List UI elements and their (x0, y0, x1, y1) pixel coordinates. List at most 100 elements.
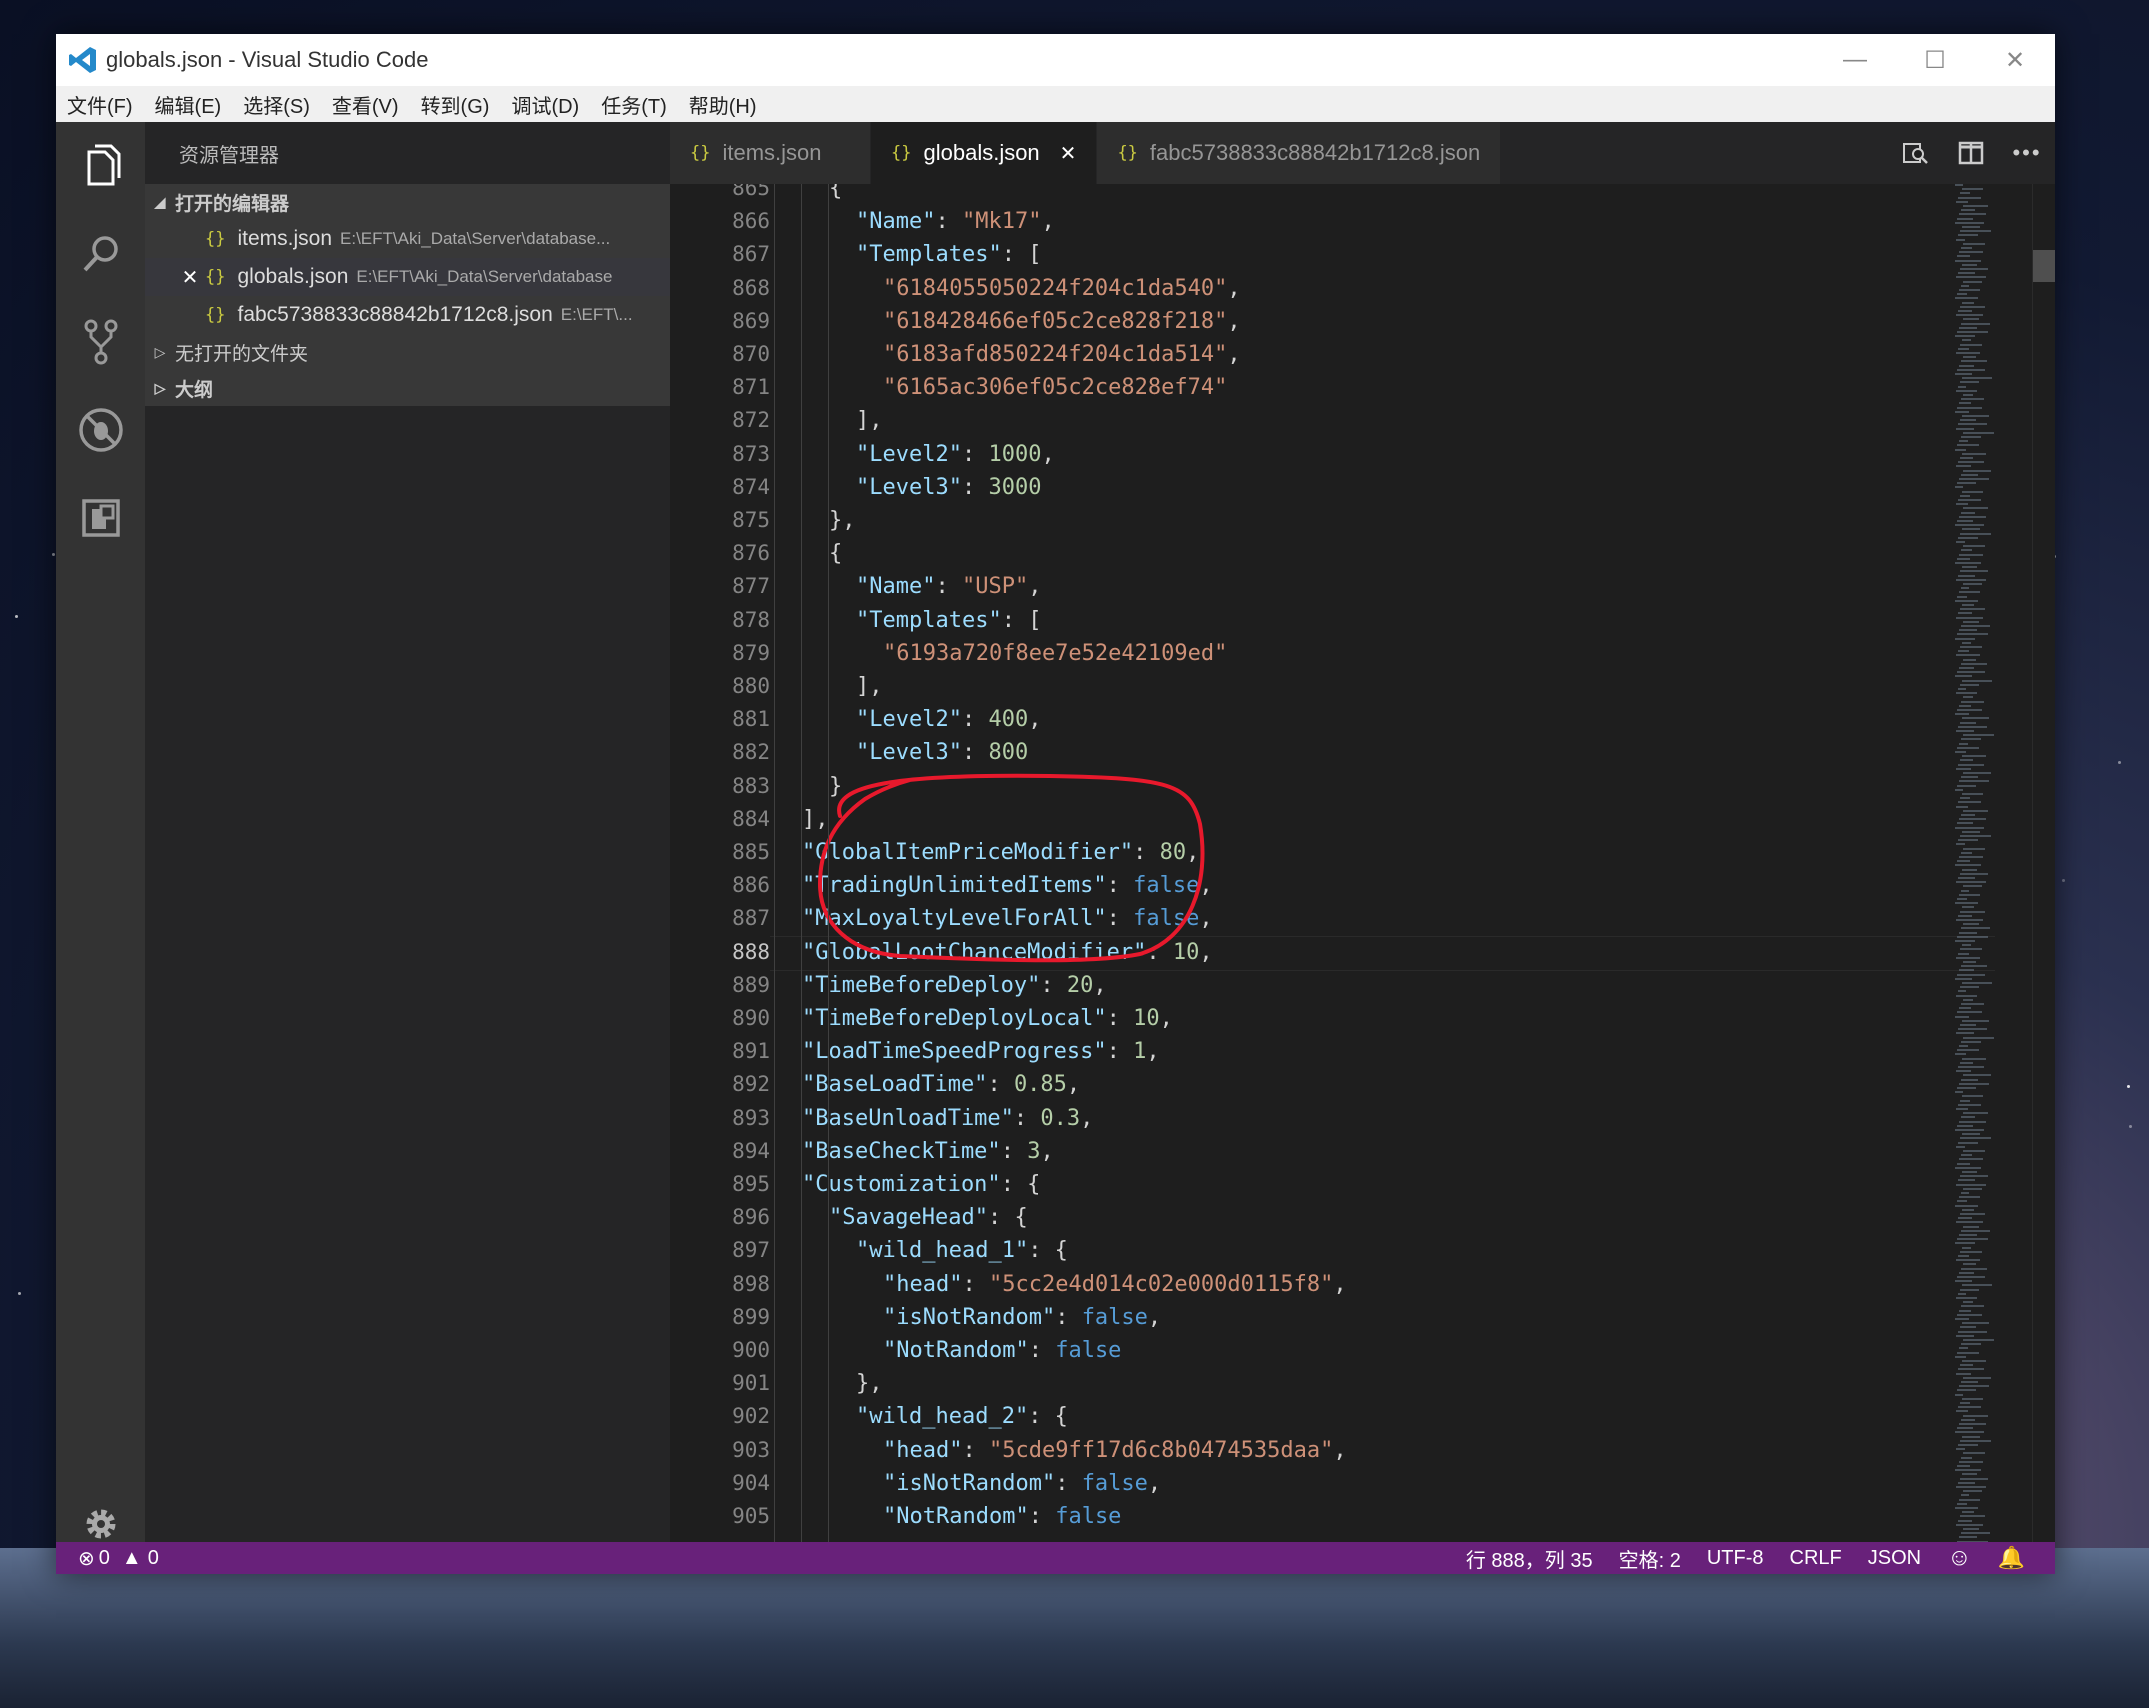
tab-fabc-json[interactable]: {} fabc5738833c88842b1712c8.json (1097, 122, 1502, 184)
source-control-activity[interactable] (56, 302, 145, 382)
code-editor[interactable]: 865 866 867 868 869 870 871 872 873 874 875 876 877 8… (670, 184, 2055, 1570)
minimap-line (1958, 914, 1972, 917)
open-editors-label: 打开的编辑器 (175, 193, 290, 215)
minimap-line (1963, 809, 1988, 812)
cursor-position[interactable]: 行 888，列 35 (1466, 1544, 1593, 1573)
split-editor-button[interactable] (1943, 122, 1999, 184)
minimap-line (1961, 1381, 1978, 1383)
minimap-line (1957, 482, 1976, 485)
minimap-line (1957, 1465, 1970, 1467)
open-editor-item-active[interactable]: ✕ {} globals.json E:\EFT\Aki_Data\Server… (145, 258, 670, 296)
minimap-line (1956, 843, 1965, 846)
minimap-line (1963, 1036, 1994, 1039)
minimap-line (1958, 423, 1987, 426)
menu-selection[interactable]: 选择(S) (232, 90, 321, 119)
minimap-line (1958, 763, 1984, 766)
minimap-line (1963, 280, 1982, 283)
minimap-line (1958, 347, 1969, 350)
end-of-line[interactable]: CRLF (1790, 1547, 1842, 1570)
code-line: "BaseCheckTime": 3, (802, 1138, 1054, 1164)
editor-scrollbar[interactable] (2032, 184, 2055, 1570)
minimize-button[interactable]: — (1815, 34, 1895, 86)
minimap-line (1961, 889, 1969, 892)
star (2118, 761, 2122, 765)
json-file-icon: {} (205, 305, 226, 325)
json-file-icon: {} (205, 229, 226, 249)
minimap-line (1959, 364, 1974, 367)
line-number: 866 (732, 209, 770, 234)
line-number: 896 (732, 1205, 770, 1230)
menu-edit[interactable]: 编辑(E) (144, 90, 233, 119)
minimap-line (1959, 1385, 1989, 1388)
minimap-line (1960, 910, 1985, 913)
editor-tabs: {} items.json {} globals.json ✕ {} fabc5… (670, 122, 2055, 184)
minimap-line (1962, 1057, 1986, 1060)
code-line: "TimeBeforeDeployLocal": 10, (802, 1006, 1173, 1031)
minimap-line (1956, 238, 1965, 241)
open-editor-item[interactable]: {} items.json E:\EFT\Aki_Data\Server\dat… (145, 220, 670, 258)
minimap-line (1962, 1511, 1974, 1514)
minimap-line (1963, 696, 1973, 699)
menu-go[interactable]: 转到(G) (410, 90, 501, 119)
minimap-line (1957, 293, 1967, 296)
maximize-button[interactable]: ☐ (1895, 34, 1975, 86)
code-line: "Level3": 3000 (856, 474, 1042, 500)
minimap-line (1956, 427, 1974, 430)
open-changes-button[interactable] (1887, 122, 1943, 184)
line-number: 894 (732, 1138, 770, 1163)
minimap-line (1955, 977, 1972, 980)
minimap-line (1960, 1250, 1982, 1253)
close-icon[interactable]: ✕ (175, 265, 205, 290)
tab-globals-json[interactable]: {} globals.json ✕ (871, 122, 1098, 184)
menu-tasks[interactable]: 任务(T) (590, 90, 678, 119)
indentation[interactable]: 空格: 2 (1619, 1544, 1681, 1573)
line-number: 902 (732, 1404, 770, 1429)
minimap-line (1960, 1402, 1970, 1404)
menu-view[interactable]: 查看(V) (321, 90, 410, 119)
extensions-activity[interactable] (56, 478, 145, 558)
menu-help[interactable]: 帮助(H) (678, 90, 768, 119)
files-icon (87, 144, 120, 186)
no-folder-header[interactable]: ▷ 无打开的文件夹 (145, 334, 670, 370)
minimap-line (1963, 772, 1991, 774)
minimap-line (1958, 877, 1975, 879)
code-line: "6184055050224f204c1da540", (883, 275, 1241, 301)
tab-close-icon[interactable]: ✕ (1060, 141, 1077, 166)
tab-items-json[interactable]: {} items.json (670, 122, 871, 184)
smiley-feedback-icon[interactable]: ☺ (1947, 1544, 1972, 1572)
bell-notification-icon[interactable]: 🔔 (1998, 1545, 2025, 1571)
minimap-line (1956, 503, 1968, 506)
minimap-line (1958, 234, 1978, 237)
line-number: 887 (732, 906, 770, 931)
open-editors-header[interactable]: ◢ 打开的编辑器 (145, 184, 670, 220)
menu-debug[interactable]: 调试(D) (500, 90, 590, 119)
line-number: 869 (732, 308, 770, 333)
problems-status[interactable]: ⊗ 0 ▲ 0 (78, 1546, 159, 1571)
code-line: "Templates": [ (856, 607, 1042, 633)
minimap-line (1955, 1355, 1966, 1358)
code-line: "Name": "USP", (856, 574, 1042, 600)
minimap-line (1960, 1099, 1970, 1102)
minimap-line (1961, 1532, 1990, 1535)
search-activity[interactable] (56, 214, 145, 294)
encoding[interactable]: UTF-8 (1707, 1547, 1764, 1570)
minimap-line (1962, 679, 1992, 682)
language-mode[interactable]: JSON (1868, 1547, 1921, 1570)
error-icon: ⊗ (78, 1547, 95, 1570)
vscode-logo-icon (69, 47, 96, 73)
minimap-line (1959, 1347, 1968, 1350)
code-line: }, (829, 508, 856, 533)
minimap-line (1960, 532, 1991, 535)
chevron-right-icon: ▷ (154, 379, 166, 396)
open-editor-item[interactable]: {} fabc5738833c88842b1712c8.json E:\EFT\… (145, 296, 670, 334)
minimap[interactable] (1955, 184, 1995, 1570)
more-actions-button[interactable]: ••• (1999, 122, 2055, 184)
scroll-thumb[interactable] (2033, 250, 2055, 282)
debug-activity[interactable] (56, 390, 145, 470)
minimap-line (1962, 717, 1989, 720)
close-window-button[interactable]: ✕ (1975, 34, 2055, 86)
explorer-activity[interactable] (56, 126, 145, 206)
menu-file[interactable]: 文件(F) (56, 90, 144, 119)
outline-header[interactable]: ▷ 大纲 (145, 370, 670, 406)
line-number: 880 (732, 674, 770, 698)
